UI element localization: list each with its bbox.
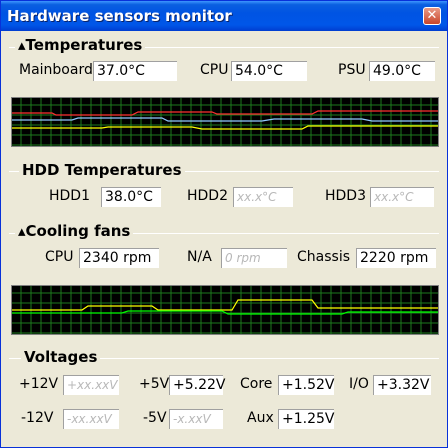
core-field: +1.52V — [278, 375, 334, 395]
aux-label: Aux — [247, 410, 274, 426]
core-label: Core — [240, 376, 273, 392]
minus5v-label: -5V — [143, 410, 167, 426]
chassis-fan-field: 2220 rpm — [356, 248, 436, 268]
cpu-fan-trace — [12, 299, 438, 311]
io-label: I/O — [349, 376, 369, 392]
close-button[interactable]: ✕ — [423, 7, 441, 25]
fans-group-label: Cooling fans — [25, 222, 131, 240]
plus12v-label: +12V — [19, 376, 59, 392]
hdd3-temp-field: xx.x°C — [370, 187, 434, 207]
temperatures-group-label: Temperatures — [25, 36, 143, 54]
sensors-window: Hardware sensors monitor ✕ ▴Temperatures… — [0, 0, 448, 448]
cpu-temp-field: 54.0°C — [231, 61, 307, 81]
temperature-graph — [11, 97, 439, 147]
na-fan-label: N/A — [187, 249, 212, 265]
window-title: Hardware sensors monitor — [7, 7, 232, 25]
cpu-fan-label: CPU — [45, 249, 74, 265]
title-bar[interactable]: Hardware sensors monitor — [1, 1, 447, 31]
minus12v-field: -xx.xxV — [63, 409, 119, 429]
hdd-group-label: HDD Temperatures — [19, 161, 185, 179]
plus5v-label: +5V — [139, 376, 170, 392]
aux-field: +1.25V — [278, 409, 334, 429]
mainboard-temp-trace — [12, 125, 438, 130]
hdd1-label: HDD1 — [49, 188, 90, 204]
fan-graph — [11, 285, 439, 335]
voltages-group-label: Voltages — [21, 348, 101, 366]
fan-graph-canvas — [12, 286, 438, 334]
close-icon: ✕ — [426, 8, 438, 23]
hdd1-temp-field: 38.0°C — [101, 187, 161, 207]
collapse-arrow-icon: ▴ — [18, 222, 26, 240]
psu-temp-field: 49.0°C — [369, 61, 435, 81]
cpu-fan-field: 2340 rpm — [79, 248, 159, 268]
cpu-temp-label: CPU — [200, 62, 229, 78]
fans-group-header[interactable]: ▴Cooling fans — [15, 222, 134, 240]
minus5v-field: -x.xxV — [169, 409, 223, 429]
plus5v-field: +5.22V — [169, 375, 225, 395]
collapse-arrow-icon: ▴ — [18, 36, 26, 54]
chassis-fan-trace — [12, 310, 438, 315]
hdd2-temp-field: xx.x°C — [233, 187, 293, 207]
hdd2-label: HDD2 — [187, 188, 228, 204]
temperatures-group-header[interactable]: ▴Temperatures — [15, 36, 146, 54]
psu-temp-trace — [12, 117, 438, 122]
cpu-temp-trace — [12, 110, 438, 116]
na-fan-field: 0 rpm — [221, 248, 287, 268]
chassis-fan-label: Chassis — [297, 249, 350, 265]
mainboard-temp-label: Mainboard — [19, 62, 93, 78]
hdd3-label: HDD3 — [325, 188, 366, 204]
minus12v-label: -12V — [21, 410, 54, 426]
psu-temp-label: PSU — [338, 62, 366, 78]
io-field: +3.32V — [373, 375, 431, 395]
temperature-graph-canvas — [12, 98, 438, 146]
plus12v-field: +xx.xxV — [63, 375, 119, 395]
mainboard-temp-field: 37.0°C — [93, 61, 177, 81]
